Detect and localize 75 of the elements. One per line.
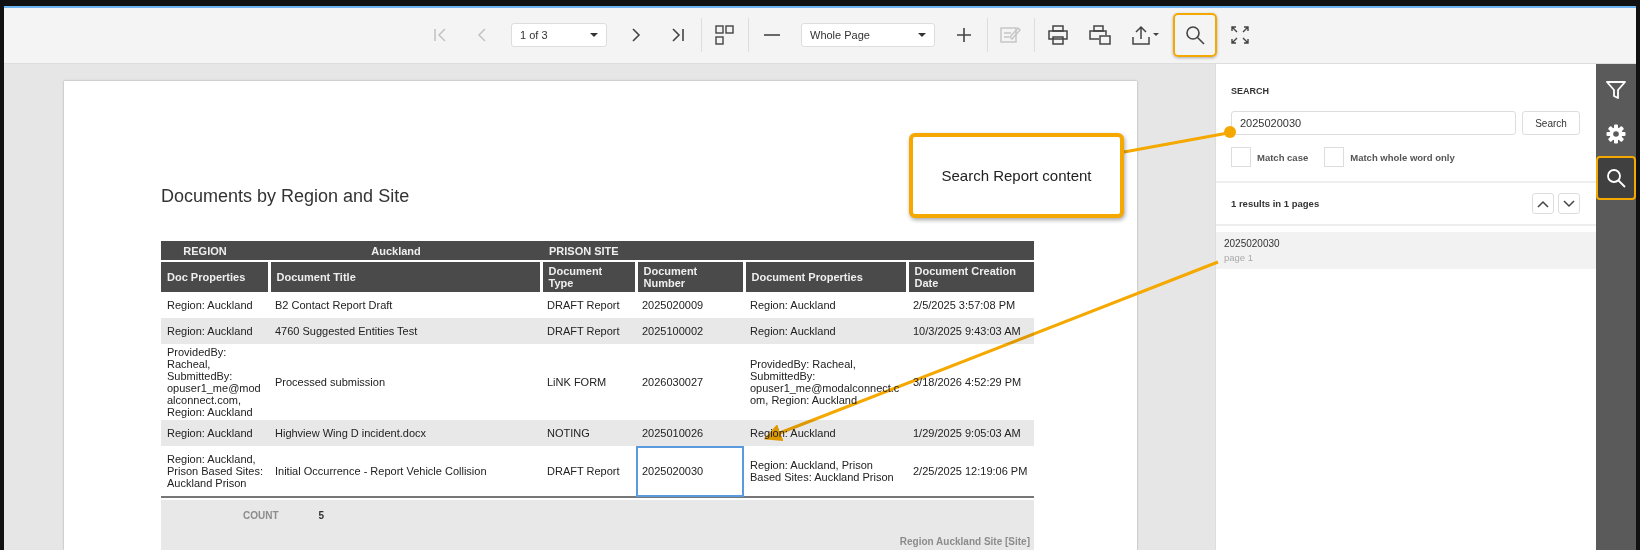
search-tab[interactable] xyxy=(1596,156,1636,200)
result-text: 2025020030 xyxy=(1224,238,1281,249)
table-cell: DRAFT Report xyxy=(541,292,636,318)
search-heading: SEARCH xyxy=(1231,86,1270,96)
first-page-icon xyxy=(431,25,449,44)
edit-form-icon xyxy=(1000,24,1022,45)
checkbox[interactable] xyxy=(1324,147,1345,167)
table-cell: 2/5/2025 3:57:08 PM xyxy=(907,292,1034,318)
table-cell: 2025020009 xyxy=(636,292,744,318)
table-cell: Region: Auckland xyxy=(161,420,269,446)
column-header: Document Properties xyxy=(744,261,907,292)
checkbox[interactable] xyxy=(1231,147,1251,167)
search-submit-button[interactable]: Search xyxy=(1522,111,1580,135)
table-cell: LiNK FORM xyxy=(541,344,636,420)
table-cell: B2 Contact Report Draft xyxy=(269,292,541,318)
table-cell: DRAFT Report xyxy=(541,318,636,344)
column-header: Document Title xyxy=(269,261,541,292)
chevron-down-icon xyxy=(1563,199,1575,208)
search-icon xyxy=(1606,168,1626,188)
search-button[interactable] xyxy=(1173,12,1217,57)
zoom-select[interactable]: Whole Page xyxy=(801,22,935,47)
table-cell: ProvidedBy: Racheal, SubmittedBy: opuser1_me@modalconnect.com, Region: Auckland xyxy=(161,344,269,420)
group-footer-text: Region Auckland Site [Site] xyxy=(899,536,1030,547)
fullscreen-icon xyxy=(1231,25,1249,44)
table-cell: 10/3/2025 9:43:03 AM xyxy=(907,318,1034,344)
result-page: page 1 xyxy=(1224,252,1255,263)
print-page-icon xyxy=(1089,24,1111,45)
table-cell: Initial Occurrence - Report Vehicle Collision xyxy=(269,446,541,497)
group-header-text: REGION xyxy=(182,244,228,257)
results-summary: 1 results in 1 pages xyxy=(1231,198,1320,209)
count-value: 5 xyxy=(318,510,325,521)
chevron-up-icon xyxy=(1537,199,1549,208)
search-result-item[interactable]: 2025020030 page 1 xyxy=(1216,232,1596,269)
column-header: Document Creation Date xyxy=(907,261,1034,292)
table-cell: 2025100002 xyxy=(636,318,744,344)
table-cell: Highview Wing D incident.docx xyxy=(269,420,541,446)
minus-icon xyxy=(764,33,780,36)
table-cell: 3/18/2026 4:52:29 PM xyxy=(907,344,1034,420)
table-cell: 1/29/2025 9:05:03 AM xyxy=(907,420,1034,446)
table-cell: 2026030027 xyxy=(636,344,744,420)
table-cell: Region: Auckland xyxy=(161,292,269,318)
column-header: Doc Properties xyxy=(161,261,269,292)
table-cell: 2025020030 xyxy=(636,446,744,497)
count-label: COUNT xyxy=(243,510,279,521)
previous-result-button[interactable] xyxy=(1532,193,1554,214)
checkbox-label: Match case xyxy=(1257,151,1309,163)
table-cell: Region: Auckland xyxy=(744,292,907,318)
page-select[interactable]: 1 of 3 xyxy=(511,22,607,47)
table-cell: DRAFT Report xyxy=(541,446,636,497)
column-header: Document Number xyxy=(636,261,744,292)
table-cell: Region: Auckland, Prison Based Sites: Auckland Prison xyxy=(744,446,907,497)
table-cell: NOTING xyxy=(541,420,636,446)
checkbox-label: Match whole word only xyxy=(1350,151,1455,163)
callout-text: Search Report content xyxy=(941,167,1092,184)
table-cell: Region: Auckland, Prison Based Sites: Auckland Prison xyxy=(161,446,269,497)
settings-icon xyxy=(1606,124,1626,144)
group-header-text: Auckland xyxy=(370,244,422,257)
table-cell: 2025010026 xyxy=(636,420,744,446)
upload-icon xyxy=(1132,24,1160,45)
search-icon xyxy=(1185,24,1205,45)
next-result-button[interactable] xyxy=(1558,193,1580,214)
plus-icon xyxy=(955,25,973,44)
filter-icon xyxy=(1606,80,1626,100)
table-cell: 4760 Suggested Entities Test xyxy=(269,318,541,344)
column-header: Document Type xyxy=(541,261,636,292)
report-title: Documents by Region and Site xyxy=(161,186,411,207)
last-page-icon xyxy=(669,25,687,44)
table-cell: Region: Auckland xyxy=(161,318,269,344)
print-icon xyxy=(1048,24,1068,45)
group-header-text: PRISON SITE xyxy=(549,244,619,257)
table-cell: Region: Auckland xyxy=(744,318,907,344)
table-cell: Processed submission xyxy=(269,344,541,420)
table-cell: 2/25/2025 12:19:06 PM xyxy=(907,446,1034,497)
search-field[interactable]: 2025020030 xyxy=(1231,111,1516,135)
multi-page-icon xyxy=(715,24,735,45)
